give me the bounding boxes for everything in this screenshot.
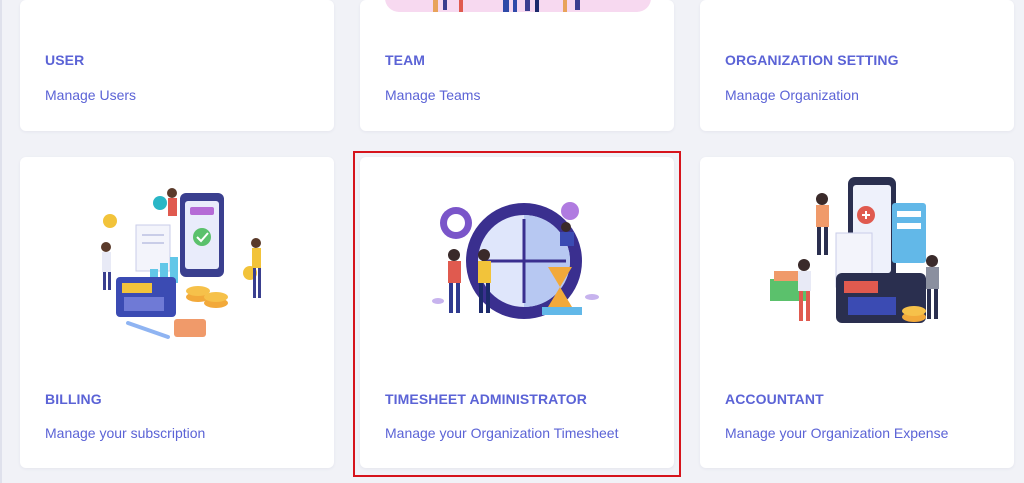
timesheet-administrator-card-subtitle[interactable]: Manage your Organization Timesheet <box>385 425 618 441</box>
team-card-title: TEAM <box>385 52 426 68</box>
team-illustration <box>385 0 651 12</box>
accountant-card-subtitle[interactable]: Manage your Organization Expense <box>725 425 948 441</box>
organization-setting-card-subtitle[interactable]: Manage Organization <box>725 87 859 103</box>
user-card-subtitle[interactable]: Manage Users <box>45 87 136 103</box>
team-card-subtitle[interactable]: Manage Teams <box>385 87 480 103</box>
organization-setting-card-title: ORGANIZATION SETTING <box>725 52 899 68</box>
billing-card-subtitle[interactable]: Manage your subscription <box>45 425 205 441</box>
team-card[interactable]: TEAM Manage Teams <box>360 0 674 131</box>
accountant-card[interactable]: ACCOUNTANT Manage your Organization Expe… <box>700 157 1014 468</box>
billing-card-title: BILLING <box>45 391 102 407</box>
timesheet-illustration <box>432 202 599 319</box>
left-border <box>0 0 2 483</box>
accountant-illustration <box>770 177 939 323</box>
user-card-title: USER <box>45 52 85 68</box>
organization-setting-card[interactable]: ORGANIZATION SETTING Manage Organization <box>700 0 1014 131</box>
user-card[interactable]: USER Manage Users <box>20 0 334 131</box>
billing-illustration <box>101 188 261 339</box>
accountant-card-title: ACCOUNTANT <box>725 391 824 407</box>
timesheet-administrator-card-title: TIMESHEET ADMINISTRATOR <box>385 391 587 407</box>
billing-card[interactable]: BILLING Manage your subscription <box>20 157 334 468</box>
timesheet-administrator-card[interactable]: TIMESHEET ADMINISTRATOR Manage your Orga… <box>360 157 674 468</box>
